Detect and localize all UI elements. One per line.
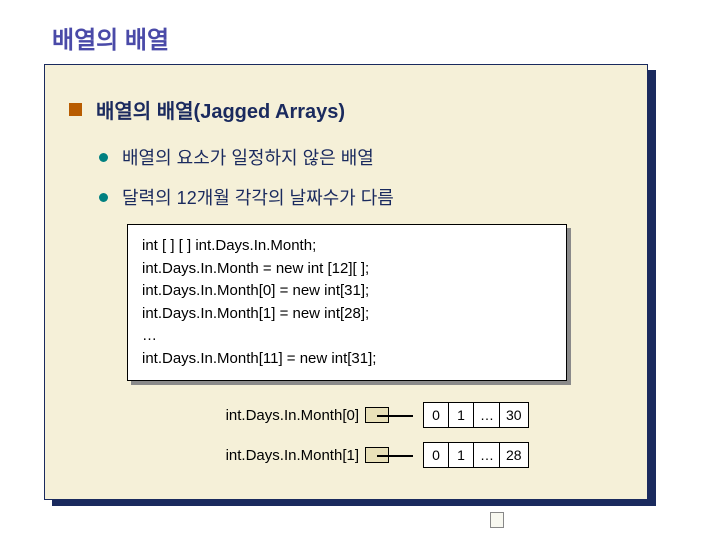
slide-title: 배열의 배열 — [52, 20, 169, 55]
diagram-row-1: int.Days.In.Month[1] 0 1 … 28 — [179, 439, 623, 471]
square-bullet-icon — [69, 103, 82, 116]
code-line: int.Days.In.Month[1] = new int[28]; — [142, 303, 552, 326]
array-label-1: int.Days.In.Month[1] — [179, 447, 359, 464]
code-line: int [ ] [ ] int.Days.In.Month; — [142, 235, 552, 258]
pointer-connector — [365, 405, 413, 425]
dot-bullet-icon — [99, 193, 108, 202]
heading-row: 배열의 배열(Jagged Arrays) — [69, 95, 623, 124]
code-block: int [ ] [ ] int.Days.In.Month; int.Days.… — [127, 224, 567, 381]
cells-row-1: 0 1 … 28 — [423, 442, 529, 468]
content-panel: 배열의 배열(Jagged Arrays) 배열의 요소가 일정하지 않은 배열… — [44, 64, 648, 500]
pointer-connector — [365, 445, 413, 465]
dot-bullet-icon — [99, 153, 108, 162]
cell: 1 — [448, 402, 474, 428]
code-block-wrap: int [ ] [ ] int.Days.In.Month; int.Days.… — [127, 224, 567, 381]
heading-text: 배열의 배열(Jagged Arrays) — [96, 95, 345, 124]
cell: 0 — [423, 442, 449, 468]
code-line: … — [142, 325, 552, 348]
cell: 28 — [499, 442, 529, 468]
bullet-text-0: 배열의 요소가 일정하지 않은 배열 — [122, 144, 374, 170]
code-line: int.Days.In.Month[0] = new int[31]; — [142, 280, 552, 303]
page-icon — [490, 512, 504, 528]
bullet-row-1: 달력의 12개월 각각의 날짜수가 다름 — [99, 184, 623, 210]
code-line: int.Days.In.Month[11] = new int[31]; — [142, 348, 552, 371]
bullet-text-1: 달력의 12개월 각각의 날짜수가 다름 — [122, 184, 394, 210]
cell: 0 — [423, 402, 449, 428]
cell-ellipsis: … — [473, 402, 500, 428]
array-label-0: int.Days.In.Month[0] — [179, 407, 359, 424]
bullet-row-0: 배열의 요소가 일정하지 않은 배열 — [99, 144, 623, 170]
pointer-line-icon — [377, 415, 413, 417]
code-line: int.Days.In.Month = new int [12][ ]; — [142, 258, 552, 281]
cells-row-0: 0 1 … 30 — [423, 402, 529, 428]
cell-ellipsis: … — [473, 442, 500, 468]
cell: 30 — [499, 402, 529, 428]
pointer-line-icon — [377, 455, 413, 457]
array-diagram: int.Days.In.Month[0] 0 1 … 30 int.Days.I… — [179, 399, 623, 471]
diagram-row-0: int.Days.In.Month[0] 0 1 … 30 — [179, 399, 623, 431]
cell: 1 — [448, 442, 474, 468]
